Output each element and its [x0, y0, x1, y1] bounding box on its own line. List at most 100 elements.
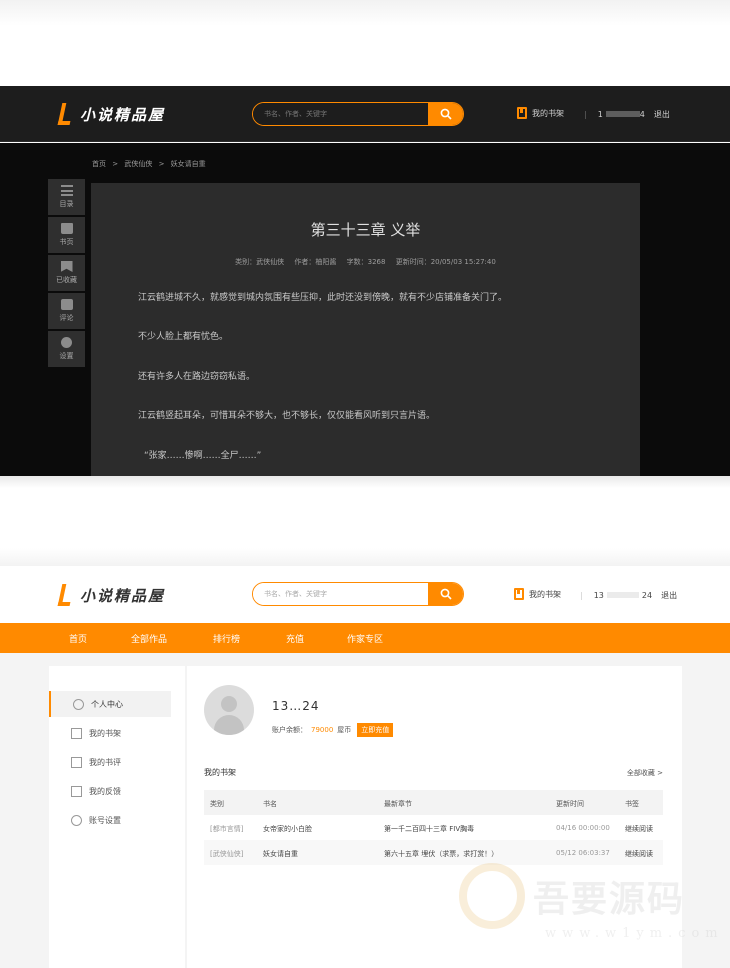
separator: |	[584, 110, 587, 119]
panel-divider	[0, 548, 730, 566]
watermark-logo-icon	[459, 863, 525, 929]
meta-author: 作者：柚阳酱	[294, 258, 337, 266]
breadcrumb: 首页 > 武侠仙侠 > 妖女请自重	[92, 159, 210, 169]
user-header: 小说精品屋 我的书架 | 13 24 退出	[0, 566, 730, 623]
search-icon	[440, 108, 452, 120]
profile-username: 13…24	[272, 699, 320, 713]
site-logo[interactable]: 小说精品屋	[57, 103, 165, 125]
continue-reading-link[interactable]: 继续阅读	[625, 824, 653, 834]
comment-icon	[71, 756, 82, 768]
reader-toolbar: 目录 书页 已收藏 评论 设置	[48, 179, 85, 369]
sidebar-item-account[interactable]: 账号设置	[49, 807, 171, 833]
header-latest-chapter: 最新章节	[384, 800, 412, 808]
all-favorites-link[interactable]: 全部收藏 >	[627, 768, 663, 778]
sidebar-item-label: 我的反馈	[89, 786, 121, 796]
my-shelf-link[interactable]: 我的书架	[514, 588, 561, 600]
shelf-icon	[71, 727, 82, 739]
sidebar-item-label: 账号设置	[89, 815, 121, 825]
site-logo[interactable]: 小说精品屋	[57, 584, 165, 606]
sidebar-item-label: 我的书架	[89, 728, 121, 738]
logo-mark-icon	[57, 103, 70, 125]
cell-book-title[interactable]: 妖女请自重	[263, 849, 298, 859]
comment-button[interactable]: 评论	[48, 293, 85, 329]
breadcrumb-book[interactable]: 妖女请自重	[171, 160, 206, 168]
comment-label: 评论	[59, 314, 74, 322]
top-spacer	[0, 0, 730, 86]
my-shelf-link[interactable]: 我的书架	[517, 107, 564, 119]
logo-text: 小说精品屋	[80, 105, 166, 124]
main-nav: 首页 全部作品 排行榜 充值 作家专区	[0, 623, 730, 653]
balance-unit: 屋币	[337, 726, 352, 734]
cell-book-title[interactable]: 女帝家的小白脸	[263, 824, 312, 834]
nav-ranking[interactable]: 排行榜	[213, 632, 240, 645]
cell-updated: 05/12 06:03:37	[556, 849, 610, 857]
sidebar-item-bookshelf[interactable]: 我的书架	[49, 720, 171, 746]
breadcrumb-home[interactable]: 首页	[92, 160, 106, 168]
balance-label: 账户余额：	[272, 726, 307, 734]
logout-link[interactable]: 退出	[661, 590, 677, 601]
sidebar-item-label: 我的书评	[89, 757, 121, 767]
watermark: 吾要源码 www.w1ym.com	[455, 858, 725, 963]
username-suffix: 4	[639, 110, 645, 119]
book-icon	[60, 223, 73, 234]
cell-updated: 04/16 00:00:00	[556, 824, 610, 832]
comment-icon	[60, 299, 73, 310]
nav-all-works[interactable]: 全部作品	[131, 632, 167, 645]
sidebar-item-feedback[interactable]: 我的反馈	[49, 778, 171, 804]
recharge-button[interactable]: 立即充值	[357, 723, 394, 737]
favorite-label: 已收藏	[56, 276, 77, 284]
watermark-url: www.w1ym.com	[545, 926, 724, 941]
sidebar-item-profile[interactable]: 个人中心	[49, 691, 171, 717]
header-title: 书名	[263, 800, 277, 808]
bookmark-icon	[60, 261, 73, 272]
cell-latest-chapter[interactable]: 第一千二百四十三章 FIV胸毒	[384, 824, 474, 834]
user-icon	[73, 698, 84, 710]
chapter-paragraph: 江云鹤竖起耳朵，可惜耳朵不够大，也不够长，仅仅能看风听到只言片语。	[138, 411, 436, 421]
meta-words: 字数：3268	[346, 258, 386, 266]
book-page-button[interactable]: 书页	[48, 217, 85, 253]
settings-button[interactable]: 设置	[48, 331, 85, 367]
chapter-paragraph: 还有许多人在路边窃窃私语。	[138, 372, 256, 382]
nav-recharge[interactable]: 充值	[286, 632, 304, 645]
panel-divider	[0, 476, 730, 488]
search-button[interactable]	[428, 103, 463, 125]
nav-author-zone[interactable]: 作家专区	[347, 632, 383, 645]
meta-updated: 更新时间：20/05/03 15:27:40	[395, 258, 496, 266]
bookshelf-icon	[517, 107, 527, 119]
search-button[interactable]	[428, 583, 463, 605]
username-mask	[605, 111, 640, 117]
sidebar-item-reviews[interactable]: 我的书评	[49, 749, 171, 775]
username-prefix: 1	[597, 110, 603, 119]
logout-link[interactable]: 退出	[654, 109, 670, 120]
bookshelf-table: 类别 书名 最新章节 更新时间 书签 [都市言情] 女帝家的小白脸 第一千二百四…	[204, 790, 663, 865]
breadcrumb-sep: >	[158, 160, 165, 168]
header-category: 类别	[210, 800, 224, 808]
reader-search-box	[252, 102, 464, 126]
my-shelf-label: 我的书架	[529, 589, 561, 599]
toc-label: 目录	[59, 200, 74, 208]
my-shelf-label: 我的书架	[532, 108, 564, 118]
breadcrumb-category[interactable]: 武侠仙侠	[124, 160, 152, 168]
username-prefix: 13	[593, 591, 604, 600]
search-input[interactable]	[253, 103, 428, 125]
nav-home[interactable]: 首页	[69, 632, 87, 645]
logo-text: 小说精品屋	[80, 586, 166, 605]
separator: |	[580, 591, 583, 600]
gear-icon	[61, 337, 72, 348]
username-link[interactable]: 13 24	[594, 591, 652, 600]
cell-category: [都市言情]	[210, 825, 244, 833]
user-search-box	[252, 582, 464, 606]
user-area: | 14 退出	[573, 109, 670, 120]
toc-button[interactable]: 目录	[48, 179, 85, 215]
meta-category: 类别：武侠仙侠	[235, 258, 285, 266]
cell-category: [武侠仙侠]	[210, 850, 244, 858]
table-header-row: 类别 书名 最新章节 更新时间 书签	[204, 790, 663, 815]
username-link[interactable]: 14	[598, 110, 645, 119]
favorite-button[interactable]: 已收藏	[48, 255, 85, 291]
avatar[interactable]	[204, 685, 254, 735]
chapter-reader: 第三十三章 义举 类别：武侠仙侠 作者：柚阳酱 字数：3268 更新时间：20/…	[91, 183, 640, 476]
chapter-paragraph: “张家……惨啊……全尸……”	[144, 451, 262, 461]
reader-body: 首页 > 武侠仙侠 > 妖女请自重 目录 书页 已收藏 评论 设置 第三十三章 …	[0, 143, 730, 476]
search-input[interactable]	[253, 583, 428, 605]
chapter-paragraph: 江云鹤进城不久，就感觉到城内氛围有些压抑，此时还没到傍晚，就有不少店铺准备关门了…	[138, 293, 508, 303]
